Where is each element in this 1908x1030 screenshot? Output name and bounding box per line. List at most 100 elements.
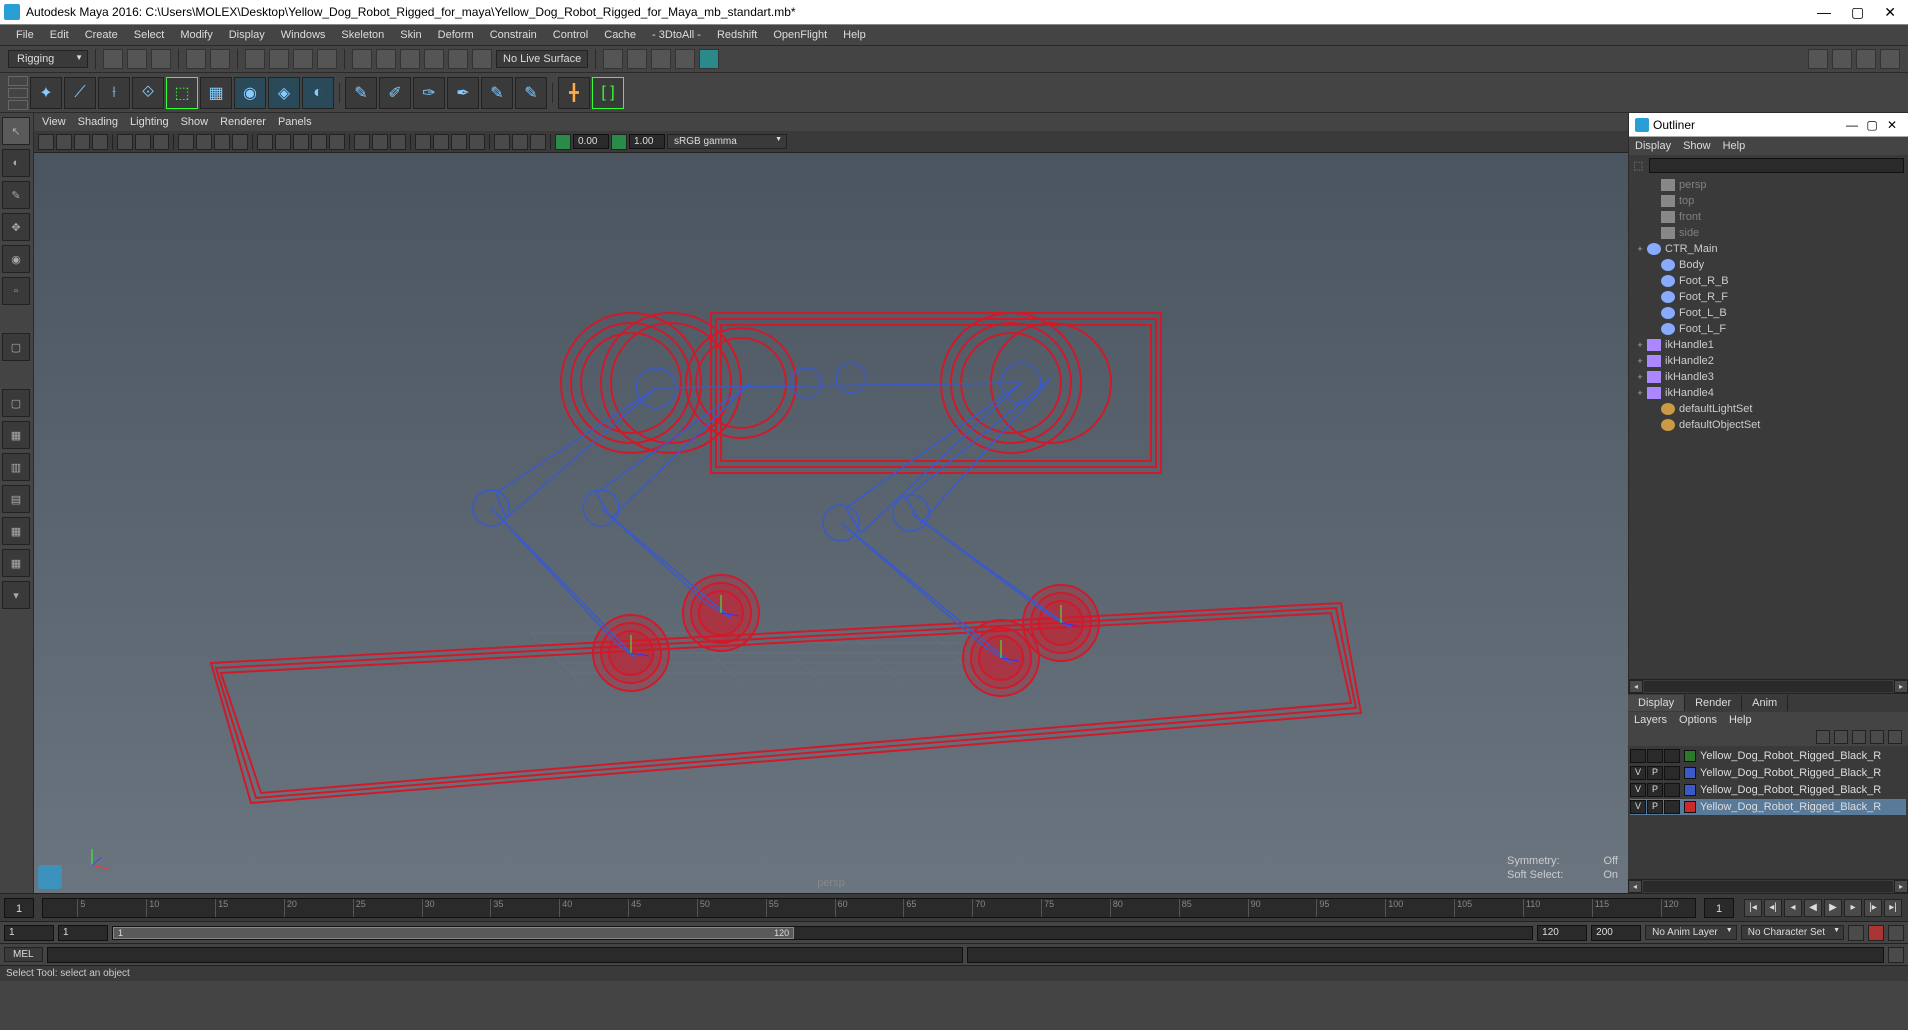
- workspace-dropdown[interactable]: Rigging: [8, 50, 88, 68]
- anim-start-field[interactable]: [4, 925, 54, 941]
- script-lang-button[interactable]: MEL: [4, 947, 43, 962]
- time-slider[interactable]: 1 51015202530354045505560657075808590951…: [0, 893, 1908, 921]
- auto-key-icon[interactable]: [1848, 925, 1864, 941]
- layer-tab-display[interactable]: Display: [1628, 695, 1685, 711]
- snap-live-icon[interactable]: [448, 49, 468, 69]
- layer-list[interactable]: Yellow_Dog_Robot_Rigged_Black_RVPYellow_…: [1628, 746, 1908, 879]
- layer-visibility-toggle[interactable]: V: [1630, 766, 1646, 780]
- layers-hscroll[interactable]: ◂ ▸: [1628, 879, 1908, 893]
- layer-extra-icon[interactable]: [1888, 730, 1902, 744]
- open-scene-icon[interactable]: [127, 49, 147, 69]
- layer-tab-render[interactable]: Render: [1685, 695, 1742, 711]
- scroll-right-button[interactable]: ▸: [1894, 880, 1908, 893]
- outliner-item-ikHandle2[interactable]: +ikHandle2: [1629, 353, 1908, 369]
- select-by-hierarchy-icon[interactable]: [269, 49, 289, 69]
- gate-mask-icon[interactable]: [232, 134, 248, 150]
- menu-skeleton[interactable]: Skeleton: [333, 27, 392, 43]
- render-settings-icon[interactable]: [651, 49, 671, 69]
- render-view-icon[interactable]: [675, 49, 695, 69]
- expand-toggle[interactable]: +: [1633, 388, 1647, 398]
- selection-mask-icon[interactable]: [245, 49, 265, 69]
- custom-layout-icon[interactable]: ▾: [2, 581, 30, 609]
- shelf-paint-weights-icon[interactable]: ✑: [413, 77, 445, 109]
- grid-icon[interactable]: [178, 134, 194, 150]
- save-scene-icon[interactable]: [151, 49, 171, 69]
- anim-layer-dropdown[interactable]: No Anim Layer: [1645, 925, 1737, 940]
- 2d-pan-icon[interactable]: [135, 134, 151, 150]
- minimize-button[interactable]: —: [1817, 4, 1831, 21]
- menu-deform[interactable]: Deform: [430, 27, 482, 43]
- live-surface-field[interactable]: No Live Surface: [496, 50, 588, 68]
- expand-toggle[interactable]: +: [1633, 372, 1647, 382]
- layer-playback-toggle[interactable]: P: [1647, 783, 1663, 797]
- outliner-item-Foot_R_F[interactable]: Foot_R_F: [1629, 289, 1908, 305]
- scale-tool[interactable]: ▫: [2, 277, 30, 305]
- view-transform-icon[interactable]: [530, 134, 546, 150]
- 3d-viewport[interactable]: persp Symmetry:Off Soft Select:On: [34, 153, 1628, 893]
- panel-menu-shading[interactable]: Shading: [78, 116, 118, 128]
- shelf-hammer-weights-icon[interactable]: ✎: [515, 77, 547, 109]
- film-gate-icon[interactable]: [196, 134, 212, 150]
- panel-menu-panels[interactable]: Panels: [278, 116, 312, 128]
- outliner-item-Foot_L_F[interactable]: Foot_L_F: [1629, 321, 1908, 337]
- expose-icon[interactable]: [494, 134, 510, 150]
- exposure-value[interactable]: 0.00: [573, 134, 609, 149]
- menu-help[interactable]: Help: [835, 27, 874, 43]
- script-editor-icon[interactable]: [1888, 947, 1904, 963]
- expand-toggle[interactable]: +: [1633, 356, 1647, 366]
- use-lights-icon[interactable]: [311, 134, 327, 150]
- layer-color-swatch[interactable]: [1684, 801, 1696, 813]
- outliner-layout-icon[interactable]: ▦: [2, 549, 30, 577]
- tool-settings-icon[interactable]: [1856, 49, 1876, 69]
- layer-menu-layers[interactable]: Layers: [1634, 714, 1667, 726]
- shelf-orient-joint-icon[interactable]: ⟐: [132, 77, 164, 109]
- gamma-toggle-icon[interactable]: [611, 134, 627, 150]
- shelf-ik-spline-icon[interactable]: ▦: [200, 77, 232, 109]
- layer-tab-anim[interactable]: Anim: [1742, 695, 1788, 711]
- shelf-mirror-weights-icon[interactable]: ✒: [447, 77, 479, 109]
- snap-curve-icon[interactable]: [376, 49, 396, 69]
- outliner-close-button[interactable]: ✕: [1882, 118, 1902, 132]
- layer-playback-toggle[interactable]: P: [1647, 766, 1663, 780]
- menu-create[interactable]: Create: [77, 27, 126, 43]
- outliner-item-ikHandle1[interactable]: +ikHandle1: [1629, 337, 1908, 353]
- shelf-cluster-icon[interactable]: ◈: [268, 77, 300, 109]
- play-forward-button[interactable]: ▶: [1824, 899, 1842, 917]
- new-layer-assign-icon[interactable]: [1870, 730, 1884, 744]
- time-ruler[interactable]: 5101520253035404550556065707580859095100…: [42, 898, 1696, 918]
- outliner-search-input[interactable]: [1649, 158, 1904, 173]
- shelf-copy-weights-icon[interactable]: ✎: [481, 77, 513, 109]
- ao-icon[interactable]: [415, 134, 431, 150]
- shelf-joint-icon[interactable]: ✦: [30, 77, 62, 109]
- playback-end-field[interactable]: [1537, 925, 1587, 941]
- set-key-icon[interactable]: [1868, 925, 1884, 941]
- outliner-item-persp[interactable]: persp: [1629, 177, 1908, 193]
- shelf-detach-skin-icon[interactable]: ✐: [379, 77, 411, 109]
- dof-icon[interactable]: [469, 134, 485, 150]
- outliner-hscroll[interactable]: ◂ ▸: [1629, 679, 1908, 693]
- lock-camera-icon[interactable]: [56, 134, 72, 150]
- color-management-dropdown[interactable]: sRGB gamma: [667, 134, 787, 149]
- snap-point-icon[interactable]: [400, 49, 420, 69]
- layer-extra-toggle[interactable]: [1664, 749, 1680, 763]
- outliner-item-Foot_L_B[interactable]: Foot_L_B: [1629, 305, 1908, 321]
- camera-attr-icon[interactable]: [74, 134, 90, 150]
- layer-visibility-toggle[interactable]: [1630, 749, 1646, 763]
- paint-select-tool[interactable]: ✎: [2, 181, 30, 209]
- range-slider[interactable]: 1 120: [112, 926, 1533, 940]
- outliner-menu-help[interactable]: Help: [1723, 140, 1746, 152]
- new-layer-icon[interactable]: [1852, 730, 1866, 744]
- shelf-bind-skin-icon[interactable]: ✎: [345, 77, 377, 109]
- range-handle[interactable]: 1 120: [113, 927, 794, 939]
- wireframe-icon[interactable]: [257, 134, 273, 150]
- rotate-tool[interactable]: ◉: [2, 245, 30, 273]
- layer-visibility-toggle[interactable]: V: [1630, 783, 1646, 797]
- expand-toggle[interactable]: +: [1633, 244, 1647, 254]
- four-pane-icon[interactable]: ▦: [2, 421, 30, 449]
- move-tool[interactable]: ✥: [2, 213, 30, 241]
- layer-color-swatch[interactable]: [1684, 750, 1696, 762]
- layer-extra-toggle[interactable]: [1664, 766, 1680, 780]
- go-to-end-button[interactable]: ▸|: [1884, 899, 1902, 917]
- xray-joints-icon[interactable]: [390, 134, 406, 150]
- motion-blur-icon[interactable]: [433, 134, 449, 150]
